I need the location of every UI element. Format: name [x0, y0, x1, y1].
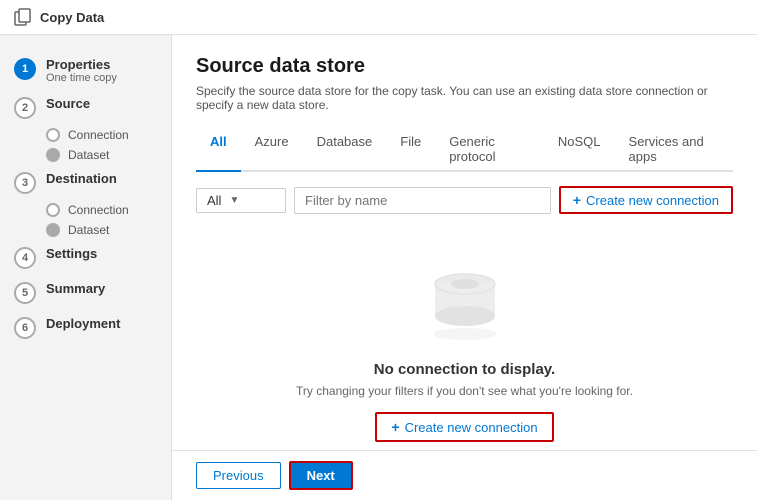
page-description: Specify the source data store for the co…: [196, 84, 733, 112]
nav-circle-4: 4: [14, 247, 36, 269]
sidebar-item-settings[interactable]: 4 Settings: [0, 240, 171, 275]
empty-state: No connection to display. Try changing y…: [196, 234, 733, 450]
destination-dataset-item: Dataset: [46, 220, 171, 240]
sidebar-item-destination[interactable]: 3 Destination: [0, 165, 171, 200]
nav-circle-1: 1: [14, 58, 36, 80]
page-title: Source data store: [196, 55, 733, 78]
tab-azure[interactable]: Azure: [241, 128, 303, 172]
destination-dataset-dot: [46, 223, 60, 237]
tab-database[interactable]: Database: [303, 128, 387, 172]
sidebar-item-summary[interactable]: 5 Summary: [0, 275, 171, 310]
source-connection-item: Connection: [46, 125, 171, 145]
filter-row: All ▼ + Create new connection: [196, 186, 733, 214]
create-connection-button-top[interactable]: + Create new connection: [559, 186, 733, 214]
tab-generic-protocol[interactable]: Generic protocol: [435, 128, 544, 172]
plus-icon-center: +: [391, 419, 399, 435]
content-area: Source data store Specify the source dat…: [172, 35, 757, 450]
tab-file[interactable]: File: [386, 128, 435, 172]
next-button[interactable]: Next: [289, 461, 353, 490]
empty-desc: Try changing your filters if you don't s…: [296, 384, 633, 398]
tab-services-apps[interactable]: Services and apps: [615, 128, 733, 172]
source-dataset-dot: [46, 148, 60, 162]
chevron-down-icon: ▼: [229, 195, 239, 206]
nav-label-group-3: Destination: [46, 171, 117, 186]
filter-dropdown-value: All: [207, 193, 221, 208]
filter-dropdown[interactable]: All ▼: [196, 188, 286, 213]
tab-nosql[interactable]: NoSQL: [544, 128, 615, 172]
copy-data-icon: [14, 8, 32, 26]
nav-circle-5: 5: [14, 282, 36, 304]
sidebar-item-deployment[interactable]: 6 Deployment: [0, 310, 171, 345]
destination-connection-item: Connection: [46, 200, 171, 220]
empty-title: No connection to display.: [374, 361, 555, 378]
tab-all[interactable]: All: [196, 128, 241, 172]
main-layout: 1 Properties One time copy 2 Source Conn…: [0, 35, 757, 500]
create-connection-button-center[interactable]: + Create new connection: [375, 412, 553, 442]
source-dataset-item: Dataset: [46, 145, 171, 165]
title-bar: Copy Data: [0, 0, 757, 35]
footer: Previous Next: [172, 450, 757, 500]
database-illustration: [420, 254, 510, 347]
destination-sub-items: Connection Dataset: [0, 200, 171, 240]
source-connection-dot: [46, 128, 60, 142]
sidebar: 1 Properties One time copy 2 Source Conn…: [0, 35, 172, 500]
nav-circle-3: 3: [14, 172, 36, 194]
previous-button[interactable]: Previous: [196, 462, 281, 489]
filter-input[interactable]: [294, 187, 551, 214]
nav-circle-6: 6: [14, 317, 36, 339]
nav-circle-2: 2: [14, 97, 36, 119]
sidebar-item-source[interactable]: 2 Source: [0, 90, 171, 125]
tabs-bar: All Azure Database File Generic protocol…: [196, 128, 733, 172]
sidebar-item-properties[interactable]: 1 Properties One time copy: [0, 51, 171, 90]
nav-label-group-1: Properties One time copy: [46, 57, 117, 84]
plus-icon-top: +: [573, 192, 581, 208]
destination-connection-dot: [46, 203, 60, 217]
source-sub-items: Connection Dataset: [0, 125, 171, 165]
nav-label-group-2: Source: [46, 96, 90, 111]
title-bar-text: Copy Data: [40, 10, 104, 25]
